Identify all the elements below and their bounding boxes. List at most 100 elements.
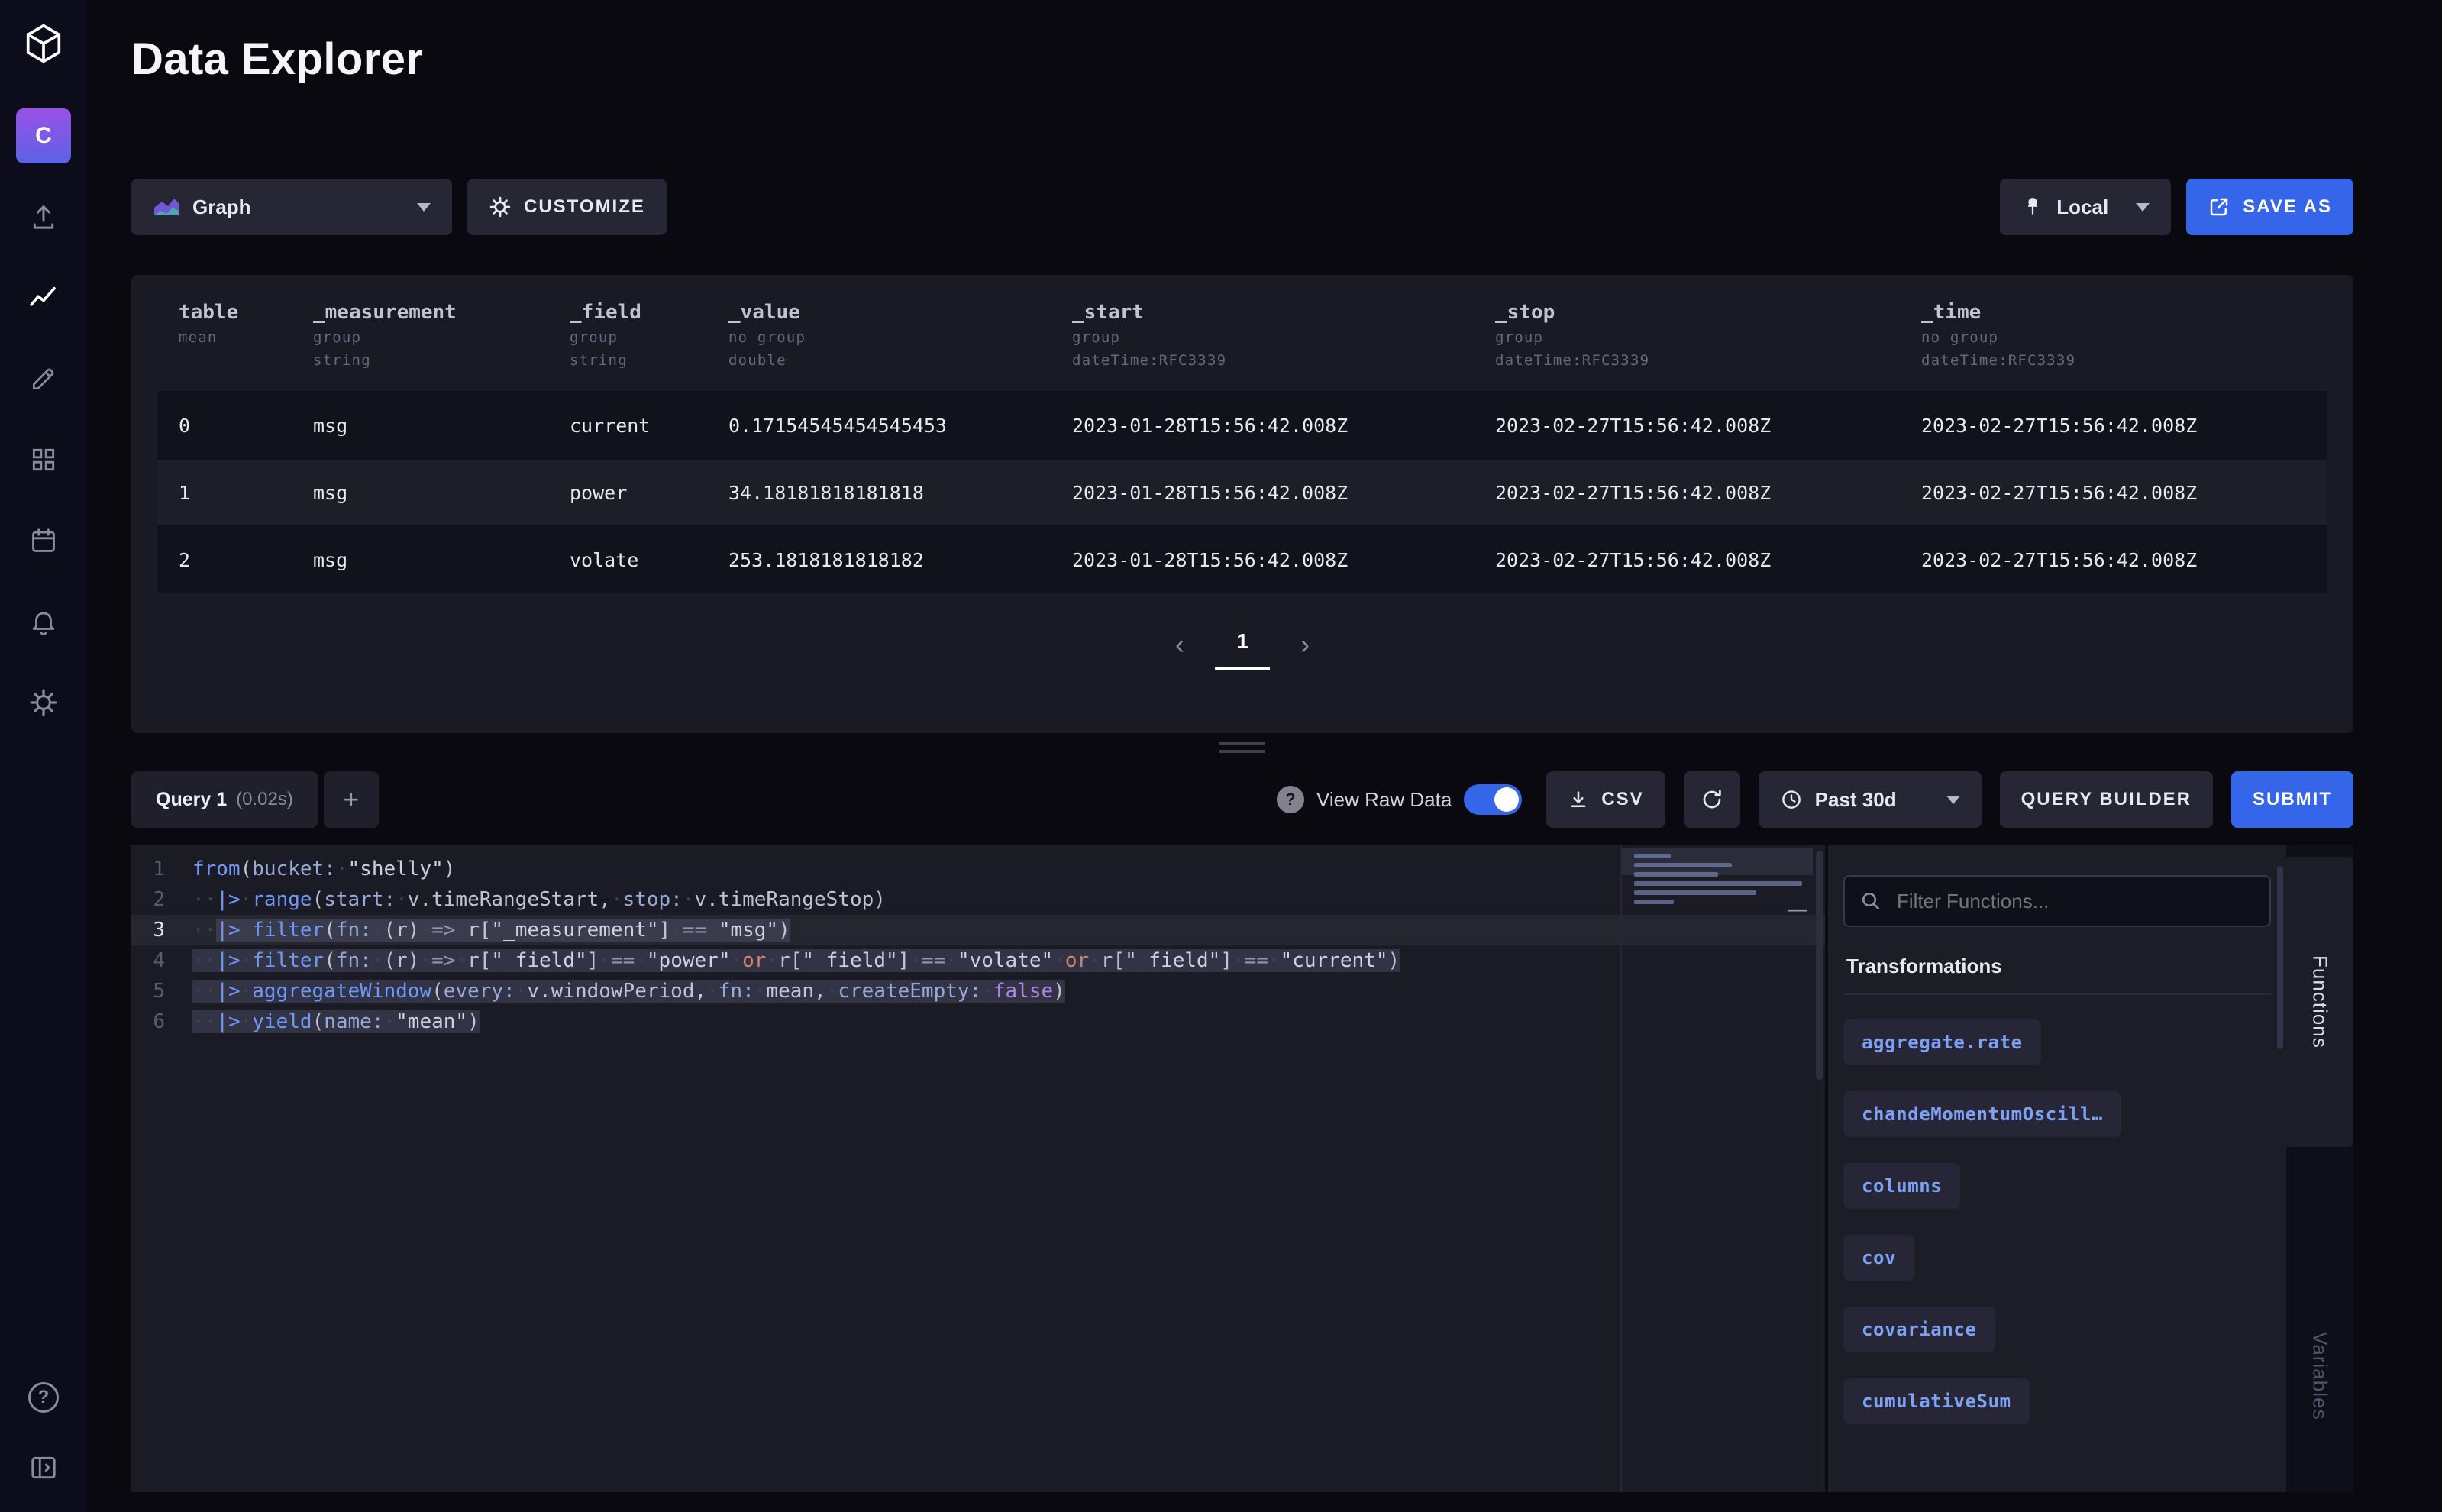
org-avatar[interactable]: C <box>16 108 71 163</box>
code-token: yield <box>252 1010 312 1033</box>
view-raw-data-toggle[interactable] <box>1464 784 1522 815</box>
table-cell: 2023-01-28T15:56:42.008Z <box>1051 460 1474 525</box>
nav-alerts[interactable] <box>27 605 60 638</box>
csv-button[interactable]: CSV <box>1546 771 1665 828</box>
minimap-slider[interactable] <box>1622 848 1813 875</box>
save-as-label: SAVE AS <box>2243 196 2332 218</box>
nav-tasks[interactable] <box>27 524 60 557</box>
functions-section-label: Transformations <box>1846 955 2268 978</box>
table-cell: 2 <box>157 527 292 593</box>
query-toolbar: Query 1 (0.02s) + ? View Raw Data <box>131 771 2353 828</box>
toggle-knob <box>1494 787 1519 812</box>
query-tab[interactable]: Query 1 (0.02s) <box>131 771 318 828</box>
code-token: ( <box>324 949 336 972</box>
org-avatar-label: C <box>35 123 52 149</box>
flux-editor[interactable]: 1from(bucket:·"shelly")2··|>·range(start… <box>131 845 1825 1492</box>
nav-dashboards[interactable] <box>27 443 60 477</box>
code-token: "msg" <box>719 919 778 942</box>
minimap-line <box>1634 881 1802 886</box>
code-token: · <box>1268 949 1281 972</box>
function-search-input[interactable] <box>1843 875 2271 927</box>
code-token: · <box>766 949 778 972</box>
submit-button[interactable]: SUBMIT <box>2231 771 2353 828</box>
next-page-button[interactable]: › <box>1291 626 1319 663</box>
function-item[interactable]: covariance <box>1843 1307 1995 1352</box>
minimap-line <box>1634 890 1756 895</box>
nav-settings[interactable] <box>27 686 60 719</box>
code-line[interactable]: 1from(bucket:·"shelly") <box>131 854 1825 884</box>
code-token: "_measurement" <box>491 919 658 942</box>
code-token: "volate" <box>958 949 1053 972</box>
minimap[interactable]: — <box>1620 845 1813 1492</box>
prev-page-button[interactable]: ‹ <box>1166 626 1194 663</box>
bell-icon <box>29 607 58 636</box>
code-token: "_field" <box>802 949 897 972</box>
code-token: every: <box>444 980 515 1003</box>
code-token: · <box>730 949 742 972</box>
table-cell: 2023-02-27T15:56:42.008Z <box>1900 460 2327 525</box>
view-toolbar-left: Graph CUSTOMIZE <box>131 179 667 235</box>
code-token: · <box>706 980 719 1003</box>
question-icon: ? <box>28 1382 59 1413</box>
table-cell: msg <box>292 393 548 458</box>
function-item[interactable]: chandeMomentumOscill… <box>1843 1091 2121 1137</box>
query-builder-button[interactable]: QUERY BUILDER <box>2000 771 2213 828</box>
table-body: 0msgcurrent0.171545454545454532023-01-28… <box>157 391 2327 593</box>
code-token: aggregateWindow <box>252 980 431 1003</box>
nav-load-data[interactable] <box>27 200 60 234</box>
customize-label: CUSTOMIZE <box>524 196 645 218</box>
code-token: · <box>336 858 348 880</box>
table-cell: 2023-02-27T15:56:42.008Z <box>1474 393 1900 458</box>
functions-scrollbar[interactable] <box>2277 866 2283 1049</box>
column-header-table: tablemean <box>157 301 292 370</box>
page-title: Data Explorer <box>131 0 2353 86</box>
code-token: · <box>396 888 408 911</box>
code-token: · <box>754 980 767 1003</box>
nav-help[interactable]: ? <box>27 1381 60 1414</box>
code-line[interactable]: 5··|>·aggregateWindow(every:·v.windowPer… <box>131 976 1825 1006</box>
table-cell: 2023-01-28T15:56:42.008Z <box>1051 393 1474 458</box>
nav-data-explorer[interactable] <box>27 281 60 315</box>
code-token: ( <box>431 980 444 1003</box>
functions-panel: Transformations aggregate.rate chandeMome… <box>1825 845 2286 1492</box>
app-root: C <box>0 0 2442 1512</box>
minimap-fold-icon: — <box>1788 900 1807 921</box>
visualization-type-dropdown[interactable]: Graph <box>131 179 452 235</box>
code-token: == <box>922 949 945 972</box>
refresh-button[interactable] <box>1684 771 1740 828</box>
code-token: ] <box>1220 949 1232 972</box>
column-header-field: _fieldgroupstring <box>548 301 707 370</box>
csv-label: CSV <box>1601 789 1643 810</box>
save-as-button[interactable]: SAVE AS <box>2186 179 2353 235</box>
line-number: 1 <box>131 854 192 884</box>
function-item[interactable]: aggregate.rate <box>1843 1019 2041 1065</box>
tab-functions[interactable]: Functions <box>2286 857 2353 1147</box>
function-item[interactable]: cumulativeSum <box>1843 1378 2030 1424</box>
sidebar-expand-button[interactable] <box>27 1451 60 1485</box>
editor-side-tabs: Functions Variables <box>2286 845 2353 1492</box>
nav-notebooks[interactable] <box>27 362 60 396</box>
influxdb-logo[interactable] <box>0 0 87 87</box>
time-range-dropdown[interactable]: Past 30d <box>1759 771 1982 828</box>
code-token: · <box>1089 949 1101 972</box>
function-item[interactable]: columns <box>1843 1163 1960 1209</box>
tab-variables[interactable]: Variables <box>2286 1284 2353 1468</box>
code-line[interactable]: 3··|>·filter(fn:·(r)·=>·r["_measurement"… <box>131 915 1825 945</box>
table-cell: 2023-02-27T15:56:42.008Z <box>1474 460 1900 525</box>
code-line[interactable]: 6··|>·yield(name:·"mean") <box>131 1006 1825 1037</box>
local-dropdown[interactable]: Local <box>2000 179 2171 235</box>
customize-button[interactable]: CUSTOMIZE <box>467 179 667 235</box>
code-line[interactable]: 2··|>·range(start:·v.timeRangeStart,·sto… <box>131 884 1825 915</box>
add-query-button[interactable]: + <box>324 771 379 828</box>
code-token: · <box>599 949 611 972</box>
editor-region: 1from(bucket:·"shelly")2··|>·range(start… <box>131 845 2353 1492</box>
function-item[interactable]: cov <box>1843 1235 1914 1281</box>
chevron-down-icon <box>1946 796 1960 804</box>
resize-handle[interactable] <box>1219 742 1265 753</box>
code-line[interactable]: 4··|>·filter(fn:·(r)·=>·r["_field"]·==·"… <box>131 945 1825 976</box>
editor-scrollbar[interactable] <box>1816 851 1823 1080</box>
current-page: 1 <box>1215 626 1270 670</box>
code-token: · <box>611 888 623 911</box>
code-token: |> <box>216 980 240 1003</box>
code-token: filter <box>252 919 324 942</box>
